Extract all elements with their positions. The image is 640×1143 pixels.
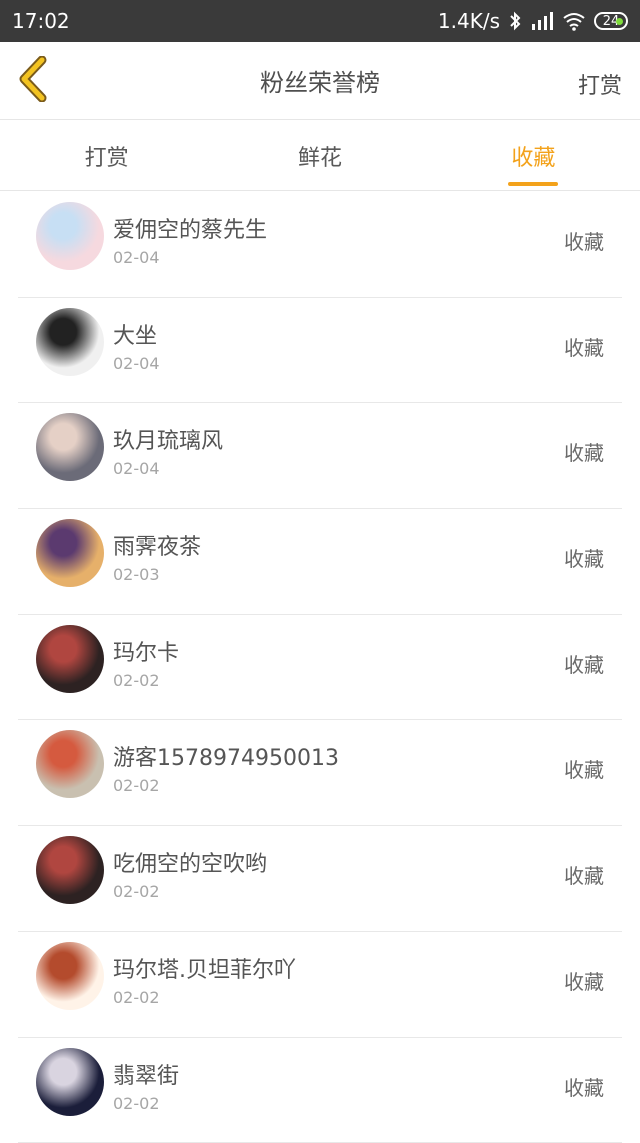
- active-tab-indicator: [508, 182, 558, 186]
- date-label: 02-03: [113, 565, 160, 584]
- date-label: 02-02: [113, 988, 160, 1007]
- action-label: 收藏: [564, 966, 604, 995]
- avatar: [36, 308, 104, 376]
- page-title: 粉丝荣誉榜: [260, 63, 380, 98]
- date-label: 02-02: [113, 1094, 160, 1113]
- avatar: [36, 836, 104, 904]
- avatar: [36, 413, 104, 481]
- date-label: 02-04: [113, 459, 160, 478]
- list-item[interactable]: 玛尔塔.贝坦菲尔吖 02-02 收藏: [18, 932, 622, 1038]
- action-label: 收藏: [564, 860, 604, 889]
- date-label: 02-02: [113, 882, 160, 901]
- tab-label: 收藏: [511, 140, 555, 172]
- user-name: 吃佣空的空吹哟: [113, 846, 267, 878]
- status-bar: 17:02 1.4K/s 24: [0, 0, 640, 42]
- avatar: [36, 519, 104, 587]
- avatar: [36, 202, 104, 270]
- user-name: 大坐: [113, 318, 157, 350]
- status-time: 17:02: [12, 9, 70, 33]
- avatar: [36, 730, 104, 798]
- tab-favorites[interactable]: 收藏: [427, 121, 640, 190]
- network-speed: 1.4K/s: [438, 9, 500, 33]
- list-item[interactable]: 游客1578974950013 02-02 收藏: [18, 720, 622, 826]
- list-item[interactable]: 玖月琉璃风 02-04 收藏: [18, 403, 622, 509]
- date-label: 02-02: [113, 671, 160, 690]
- status-indicators: 1.4K/s 24: [438, 9, 628, 33]
- user-name: 玛尔卡: [113, 635, 179, 667]
- tab-label: 打赏: [85, 140, 129, 172]
- action-label: 收藏: [564, 437, 604, 466]
- date-label: 02-02: [113, 776, 160, 795]
- battery-icon: 24: [594, 12, 628, 30]
- user-name: 雨霁夜茶: [113, 529, 201, 561]
- list-item[interactable]: 玛尔卡 02-02 收藏: [18, 615, 622, 721]
- user-name: 游客1578974950013: [113, 740, 339, 772]
- tab-bar: 打赏 鲜花 收藏: [0, 121, 640, 191]
- chevron-left-icon: [16, 56, 52, 106]
- action-label: 收藏: [564, 1072, 604, 1101]
- list-item[interactable]: 翡翠街 02-02 收藏: [18, 1038, 622, 1143]
- list-item[interactable]: 雨霁夜茶 02-03 收藏: [18, 509, 622, 615]
- action-label: 收藏: [564, 649, 604, 678]
- list-item[interactable]: 爱佣空的蔡先生 02-04 收藏: [18, 192, 622, 298]
- header: 粉丝荣誉榜 打赏: [0, 42, 640, 120]
- tab-flowers[interactable]: 鲜花: [213, 121, 426, 190]
- user-name: 玛尔塔.贝坦菲尔吖: [113, 952, 296, 984]
- action-label: 收藏: [564, 226, 604, 255]
- signal-icon: [530, 11, 554, 31]
- date-label: 02-04: [113, 248, 160, 267]
- reward-button[interactable]: 打赏: [578, 68, 622, 100]
- list-item[interactable]: 吃佣空的空吹哟 02-02 收藏: [18, 826, 622, 932]
- avatar: [36, 1048, 104, 1116]
- bluetooth-icon: [508, 11, 522, 31]
- tab-label: 鲜花: [298, 140, 342, 172]
- wifi-icon: [562, 11, 586, 31]
- back-button[interactable]: [14, 58, 54, 104]
- user-name: 翡翠街: [113, 1058, 179, 1090]
- action-label: 收藏: [564, 754, 604, 783]
- tab-reward[interactable]: 打赏: [0, 121, 213, 190]
- user-name: 玖月琉璃风: [113, 423, 223, 455]
- date-label: 02-04: [113, 354, 160, 373]
- user-name: 爱佣空的蔡先生: [113, 212, 267, 244]
- action-label: 收藏: [564, 332, 604, 361]
- avatar: [36, 625, 104, 693]
- action-label: 收藏: [564, 543, 604, 572]
- avatar: [36, 942, 104, 1010]
- fan-list: 爱佣空的蔡先生 02-04 收藏 大坐 02-04 收藏 玖月琉璃风 02-04…: [0, 192, 640, 1143]
- list-item[interactable]: 大坐 02-04 收藏: [18, 298, 622, 404]
